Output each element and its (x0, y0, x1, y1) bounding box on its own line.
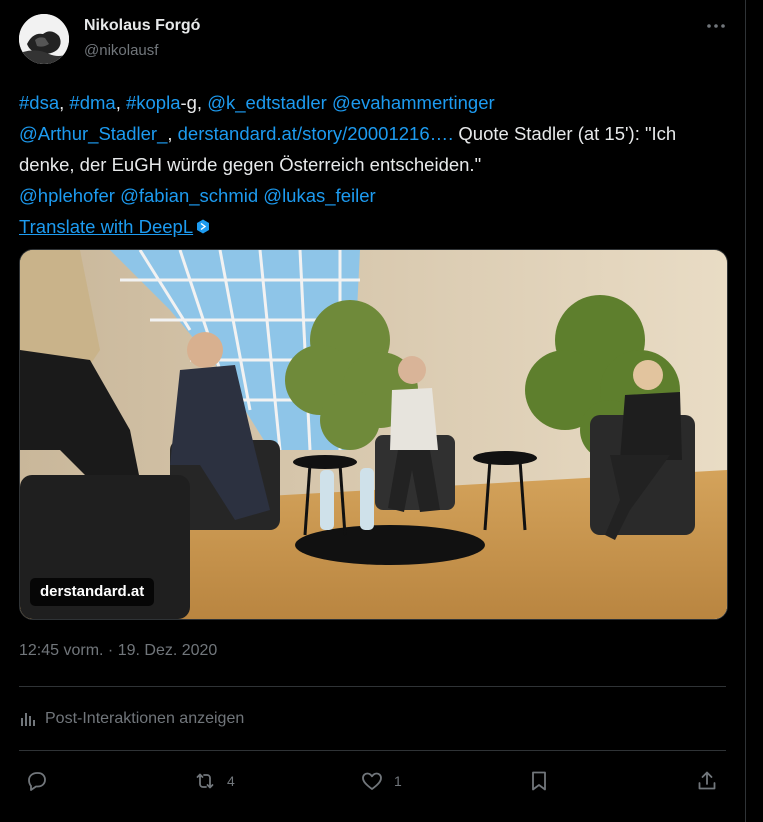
mention-arthur-stadler[interactable]: @Arthur_Stadler_ (19, 123, 167, 144)
reply-icon (28, 772, 46, 791)
tweet-text-segment: , (59, 92, 70, 113)
author-name[interactable]: Nikolaus Forgó (84, 17, 200, 35)
mention-evahammertinger[interactable]: @evahammertinger (332, 92, 495, 113)
article-link[interactable]: derstandard.at/story/20001216…. (178, 123, 454, 144)
hashtag-dsa[interactable]: #dsa (19, 92, 59, 113)
bookmark-icon (532, 771, 546, 791)
mention-fabian-schmid[interactable]: @fabian_schmid (120, 185, 258, 206)
like-icon (362, 772, 382, 790)
more-icon[interactable] (703, 16, 729, 36)
analytics-icon (21, 713, 35, 726)
avatar[interactable] (19, 14, 69, 64)
share-icon (698, 771, 716, 790)
translate-label: Translate with DeepL (19, 216, 194, 237)
tweet-text-segment: , (115, 92, 126, 113)
tweet-text-segment: , (167, 123, 178, 144)
tweet-text-segment: -g, (180, 92, 208, 113)
hashtag-dma[interactable]: #dma (69, 92, 115, 113)
tweet-image[interactable] (19, 249, 728, 620)
like-button[interactable]: 1 (360, 764, 402, 798)
reply-button[interactable] (25, 764, 59, 798)
like-count: 1 (394, 773, 402, 789)
tweet-actions: 4 1 (19, 764, 726, 798)
deepl-icon (196, 212, 210, 234)
tweet-text: #dsa, #dma, #kopla-g, @k_edtstadler @eva… (19, 87, 719, 242)
repost-count: 4 (227, 773, 235, 789)
repost-button[interactable]: 4 (193, 764, 235, 798)
share-button[interactable] (695, 764, 719, 798)
translate-link[interactable]: Translate with DeepL (19, 216, 193, 237)
divider (19, 686, 726, 687)
mention-lukas-feiler[interactable]: @lukas_feiler (263, 185, 375, 206)
timeline-border (745, 0, 746, 822)
repost-icon (196, 773, 214, 789)
post-insights[interactable]: Post-Interaktionen anzeigen (19, 707, 244, 731)
bookmark-button[interactable] (527, 764, 551, 798)
media-source-badge: derstandard.at (30, 578, 155, 606)
timestamp[interactable]: 12:45 vorm. · 19. Dez. 2020 (19, 642, 217, 660)
mention-k-edtstadler[interactable]: @k_edtstadler (207, 92, 327, 113)
divider (19, 750, 726, 751)
hashtag-kopla[interactable]: #kopla (126, 92, 181, 113)
author-handle[interactable]: @nikolausf (84, 42, 158, 59)
mention-hplehofer[interactable]: @hplehofer (19, 185, 115, 206)
insights-label: Post-Interaktionen anzeigen (45, 710, 245, 727)
